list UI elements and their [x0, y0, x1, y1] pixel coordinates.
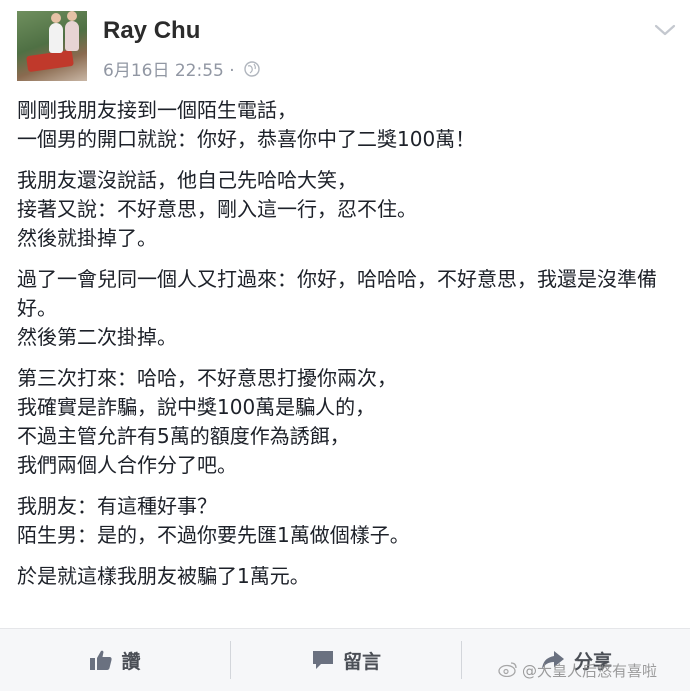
author-name[interactable]: Ray Chu: [103, 17, 200, 45]
post-body: 剛剛我朋友接到一個陌生電話， 一個男的開口就說：你好，恭喜你中了二獎100萬！ 我朋…: [17, 96, 677, 603]
post-line: 然後第二次掛掉。: [17, 325, 177, 349]
post-line: 我們兩個人合作分了吧。: [17, 453, 237, 477]
post-line: 過了一會兒同一個人又打過來：你好，哈哈哈，不好意思，我還是沒準備好。: [17, 267, 657, 320]
post-paragraph: 第三次打來：哈哈，不好意思打擾你兩次， 我確實是詐騙，說中獎100萬是騙人的， 不過…: [17, 364, 677, 480]
thumbs-up-icon: [89, 649, 113, 671]
globe-icon: [243, 60, 261, 78]
avatar-figure-head: [51, 13, 61, 23]
post-line: 我確實是詐騙，說中獎100萬是騙人的，: [17, 395, 376, 419]
post-paragraph: 我朋友：有這種好事？ 陌生男：是的，不過你要先匯1萬做個樣子。: [17, 492, 677, 550]
avatar-figure: [65, 21, 79, 51]
post-line: 於是就這樣我朋友被騙了1萬元。: [17, 564, 310, 588]
post-line: 接著又說：不好意思，剛入這一行，忍不住。: [17, 197, 417, 221]
post-paragraph: 於是就這樣我朋友被騙了1萬元。: [17, 562, 677, 591]
post-line: 我朋友：有這種好事？: [17, 494, 217, 518]
avatar-sled: [26, 49, 74, 73]
watermark-text: @大皇人后悠有喜啦: [522, 662, 658, 680]
post-line: 我朋友還沒說話，他自己先哈哈大笑，: [17, 168, 357, 192]
post-line: 不過主管允許有5萬的額度作為誘餌，: [17, 424, 350, 448]
weibo-logo-icon: [498, 661, 518, 681]
like-button[interactable]: 讚: [0, 629, 230, 691]
post-card: Ray Chu 6月16日 22:55 · 剛剛我朋友接到一個陌生電話， 一個男的…: [0, 0, 690, 691]
avatar-figure-head: [67, 11, 77, 21]
comment-label: 留言: [342, 650, 381, 673]
post-line: 第三次打來：哈哈，不好意思打擾你兩次，: [17, 366, 397, 390]
avatar-figure: [49, 23, 63, 53]
chevron-down-icon[interactable]: [654, 22, 676, 36]
avatar[interactable]: [17, 11, 87, 81]
post-paragraph: 我朋友還沒說話，他自己先哈哈大笑， 接著又說：不好意思，剛入這一行，忍不住。 然後就…: [17, 166, 677, 253]
post-line: 然後就掛掉了。: [17, 226, 157, 250]
watermark: @大皇人后悠有喜啦: [498, 660, 657, 681]
post-meta: 6月16日 22:55 ·: [103, 56, 261, 81]
like-label: 讚: [121, 650, 141, 673]
post-paragraph: 過了一會兒同一個人又打過來：你好，哈哈哈，不好意思，我還是沒準備好。然後第二次掛…: [17, 265, 677, 352]
post-line: 剛剛我朋友接到一個陌生電話，: [17, 98, 297, 122]
comment-icon: [311, 649, 335, 671]
comment-button[interactable]: 留言: [231, 629, 461, 691]
post-line: 陌生男：是的，不過你要先匯1萬做個樣子。: [17, 523, 410, 547]
post-paragraph: 剛剛我朋友接到一個陌生電話， 一個男的開口就說：你好，恭喜你中了二獎100萬！: [17, 96, 677, 154]
post-timestamp[interactable]: 6月16日 22:55 ·: [103, 56, 235, 81]
post-line: 一個男的開口就說：你好，恭喜你中了二獎100萬！: [17, 127, 476, 151]
